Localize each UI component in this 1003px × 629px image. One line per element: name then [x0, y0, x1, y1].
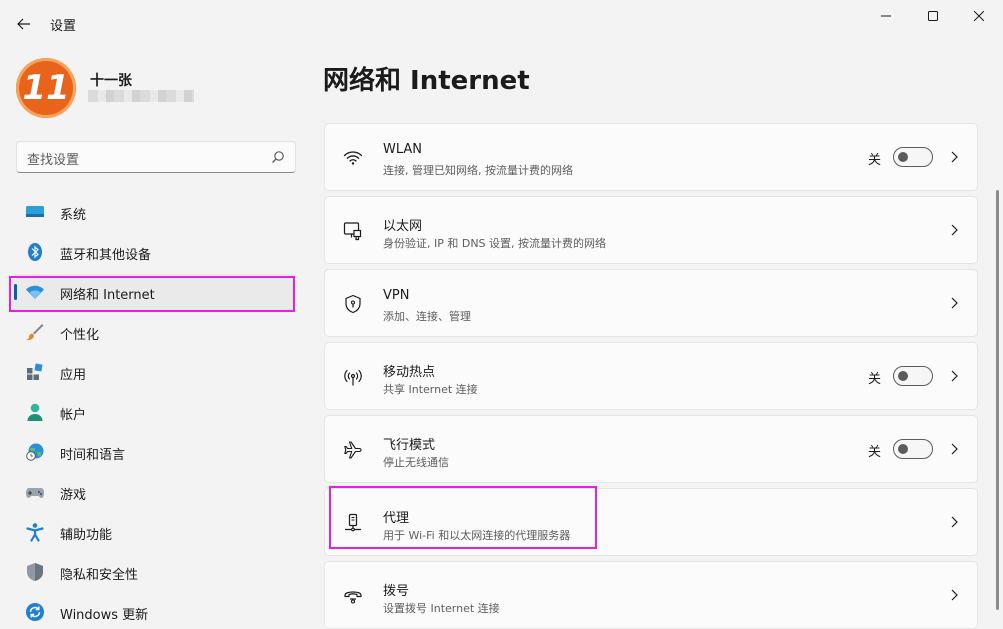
chevron-right-icon [951, 516, 958, 528]
toggle-knob [898, 371, 908, 381]
account-icon [27, 403, 43, 421]
scrollbar[interactable] [996, 190, 999, 610]
close-button[interactable] [956, 0, 1002, 32]
app-title: 设置 [50, 19, 77, 34]
sidebar-item-label: Windows 更新 [60, 608, 149, 623]
card-vpn[interactable]: VPN 添加、连接、管理 [324, 269, 978, 337]
chevron-right-icon [951, 443, 958, 455]
sidebar-item-accessibility[interactable]: 辅助功能 [12, 514, 296, 550]
card-ethernet[interactable]: 以太网 身份验证, IP 和 DNS 设置, 按流量计费的网络 [324, 196, 978, 264]
sidebar-item-label: 个性化 [60, 328, 100, 343]
card-subtitle: 连接, 管理已知网络, 按流量计费的网络 [383, 164, 573, 177]
search-box[interactable]: 查找设置 [16, 141, 296, 173]
sidebar-item-label: 网络和 Internet [60, 288, 155, 303]
settings-list: WLAN 连接, 管理已知网络, 按流量计费的网络 关 以太网 身份验证, IP… [324, 123, 978, 629]
gamepad-icon [26, 488, 44, 498]
maximize-icon [928, 11, 938, 21]
proxy-icon [345, 513, 361, 532]
card-title: 拨号 [383, 584, 410, 599]
toggle-state-label: 关 [867, 372, 881, 387]
page-title: 网络和 Internet [323, 66, 530, 96]
search-icon [272, 151, 284, 163]
card-proxy[interactable]: 代理 用于 Wi-Fi 和以太网连接的代理服务器 [324, 488, 978, 556]
vpn-shield-icon [345, 294, 361, 314]
chevron-right-icon [951, 297, 958, 309]
sidebar-item-label: 蓝牙和其他设备 [60, 248, 152, 263]
airplane-mode-toggle[interactable] [893, 439, 933, 459]
minimize-icon [881, 15, 891, 17]
card-mobile-hotspot[interactable]: 移动热点 共享 Internet 连接 关 [324, 342, 978, 410]
sidebar-item-privacy[interactable]: 隐私和安全性 [12, 554, 296, 590]
apps-icon [27, 363, 43, 380]
close-icon [974, 11, 984, 21]
sidebar-item-label: 游戏 [60, 488, 87, 503]
card-subtitle: 共享 Internet 连接 [383, 383, 478, 396]
wifi-outline-icon [343, 151, 363, 165]
card-subtitle: 添加、连接、管理 [383, 310, 471, 323]
card-subtitle: 设置拨号 Internet 连接 [383, 602, 500, 615]
card-airplane-mode[interactable]: 飞行模式 停止无线通信 关 [324, 415, 978, 483]
wlan-toggle[interactable] [893, 147, 933, 167]
sidebar-item-network[interactable]: 网络和 Internet [12, 274, 296, 310]
card-subtitle: 身份验证, IP 和 DNS 设置, 按流量计费的网络 [383, 237, 607, 250]
sidebar-item-label: 辅助功能 [60, 528, 113, 543]
dialup-icon [344, 591, 362, 604]
sidebar-item-label: 应用 [60, 368, 87, 383]
hotspot-toggle[interactable] [893, 366, 933, 386]
wifi-icon [26, 285, 44, 299]
card-dialup[interactable]: 拨号 设置拨号 Internet 连接 [324, 561, 978, 629]
maximize-button[interactable] [910, 0, 956, 32]
shield-icon [27, 563, 43, 581]
sidebar-item-label: 时间和语言 [60, 448, 126, 463]
card-title: 以太网 [383, 219, 423, 234]
card-title: 移动热点 [383, 365, 436, 380]
card-title: 飞行模式 [383, 438, 436, 453]
card-subtitle: 用于 Wi-Fi 和以太网连接的代理服务器 [383, 529, 571, 542]
toggle-state-label: 关 [867, 445, 881, 460]
title-bar: 设置 [0, 0, 1003, 48]
globe-clock-icon [26, 443, 44, 461]
chevron-right-icon [951, 151, 958, 163]
active-indicator [14, 284, 17, 300]
toggle-knob [898, 444, 908, 454]
sidebar-item-windows-update[interactable]: Windows 更新 [12, 594, 296, 629]
sidebar-item-label: 隐私和安全性 [60, 568, 139, 583]
sidebar-item-gaming[interactable]: 游戏 [12, 474, 296, 510]
chevron-right-icon [951, 589, 958, 601]
card-title: 代理 [383, 511, 410, 526]
sidebar-item-time-language[interactable]: 时间和语言 [12, 434, 296, 470]
ethernet-icon [343, 222, 362, 241]
sidebar-item-label: 系统 [60, 208, 87, 223]
arrow-left-icon [17, 18, 30, 30]
chevron-right-icon [951, 224, 958, 236]
user-email-redacted [88, 90, 194, 102]
system-icon [26, 206, 44, 217]
toggle-knob [898, 152, 908, 162]
hotspot-icon [344, 369, 362, 386]
minimize-button[interactable] [863, 0, 909, 32]
user-name: 十一张 [90, 73, 132, 89]
chevron-right-icon [951, 370, 958, 382]
card-title: VPN [383, 288, 410, 303]
accessibility-icon [26, 523, 44, 542]
user-profile[interactable]: 11 十一张 [16, 58, 296, 118]
card-subtitle: 停止无线通信 [383, 456, 449, 469]
airplane-icon [344, 441, 362, 459]
search-input[interactable]: 查找设置 [27, 149, 79, 168]
sidebar-item-personalization[interactable]: 个性化 [12, 314, 296, 350]
sidebar-item-bluetooth[interactable]: 蓝牙和其他设备 [12, 234, 296, 270]
card-title: WLAN [383, 142, 423, 157]
avatar: 11 [16, 58, 76, 118]
sidebar-nav: 系统 蓝牙和其他设备 网络和 Internet 个性化 应用 帐户 时间和语言 … [12, 194, 296, 629]
bluetooth-icon [28, 243, 42, 261]
update-icon [26, 603, 44, 621]
back-button[interactable] [10, 12, 38, 36]
sidebar-item-apps[interactable]: 应用 [12, 354, 296, 390]
toggle-state-label: 关 [867, 153, 881, 168]
brush-icon [26, 324, 44, 341]
sidebar-item-system[interactable]: 系统 [12, 194, 296, 230]
card-wlan[interactable]: WLAN 连接, 管理已知网络, 按流量计费的网络 关 [324, 123, 978, 191]
sidebar-item-label: 帐户 [60, 408, 87, 423]
sidebar-item-accounts[interactable]: 帐户 [12, 394, 296, 430]
